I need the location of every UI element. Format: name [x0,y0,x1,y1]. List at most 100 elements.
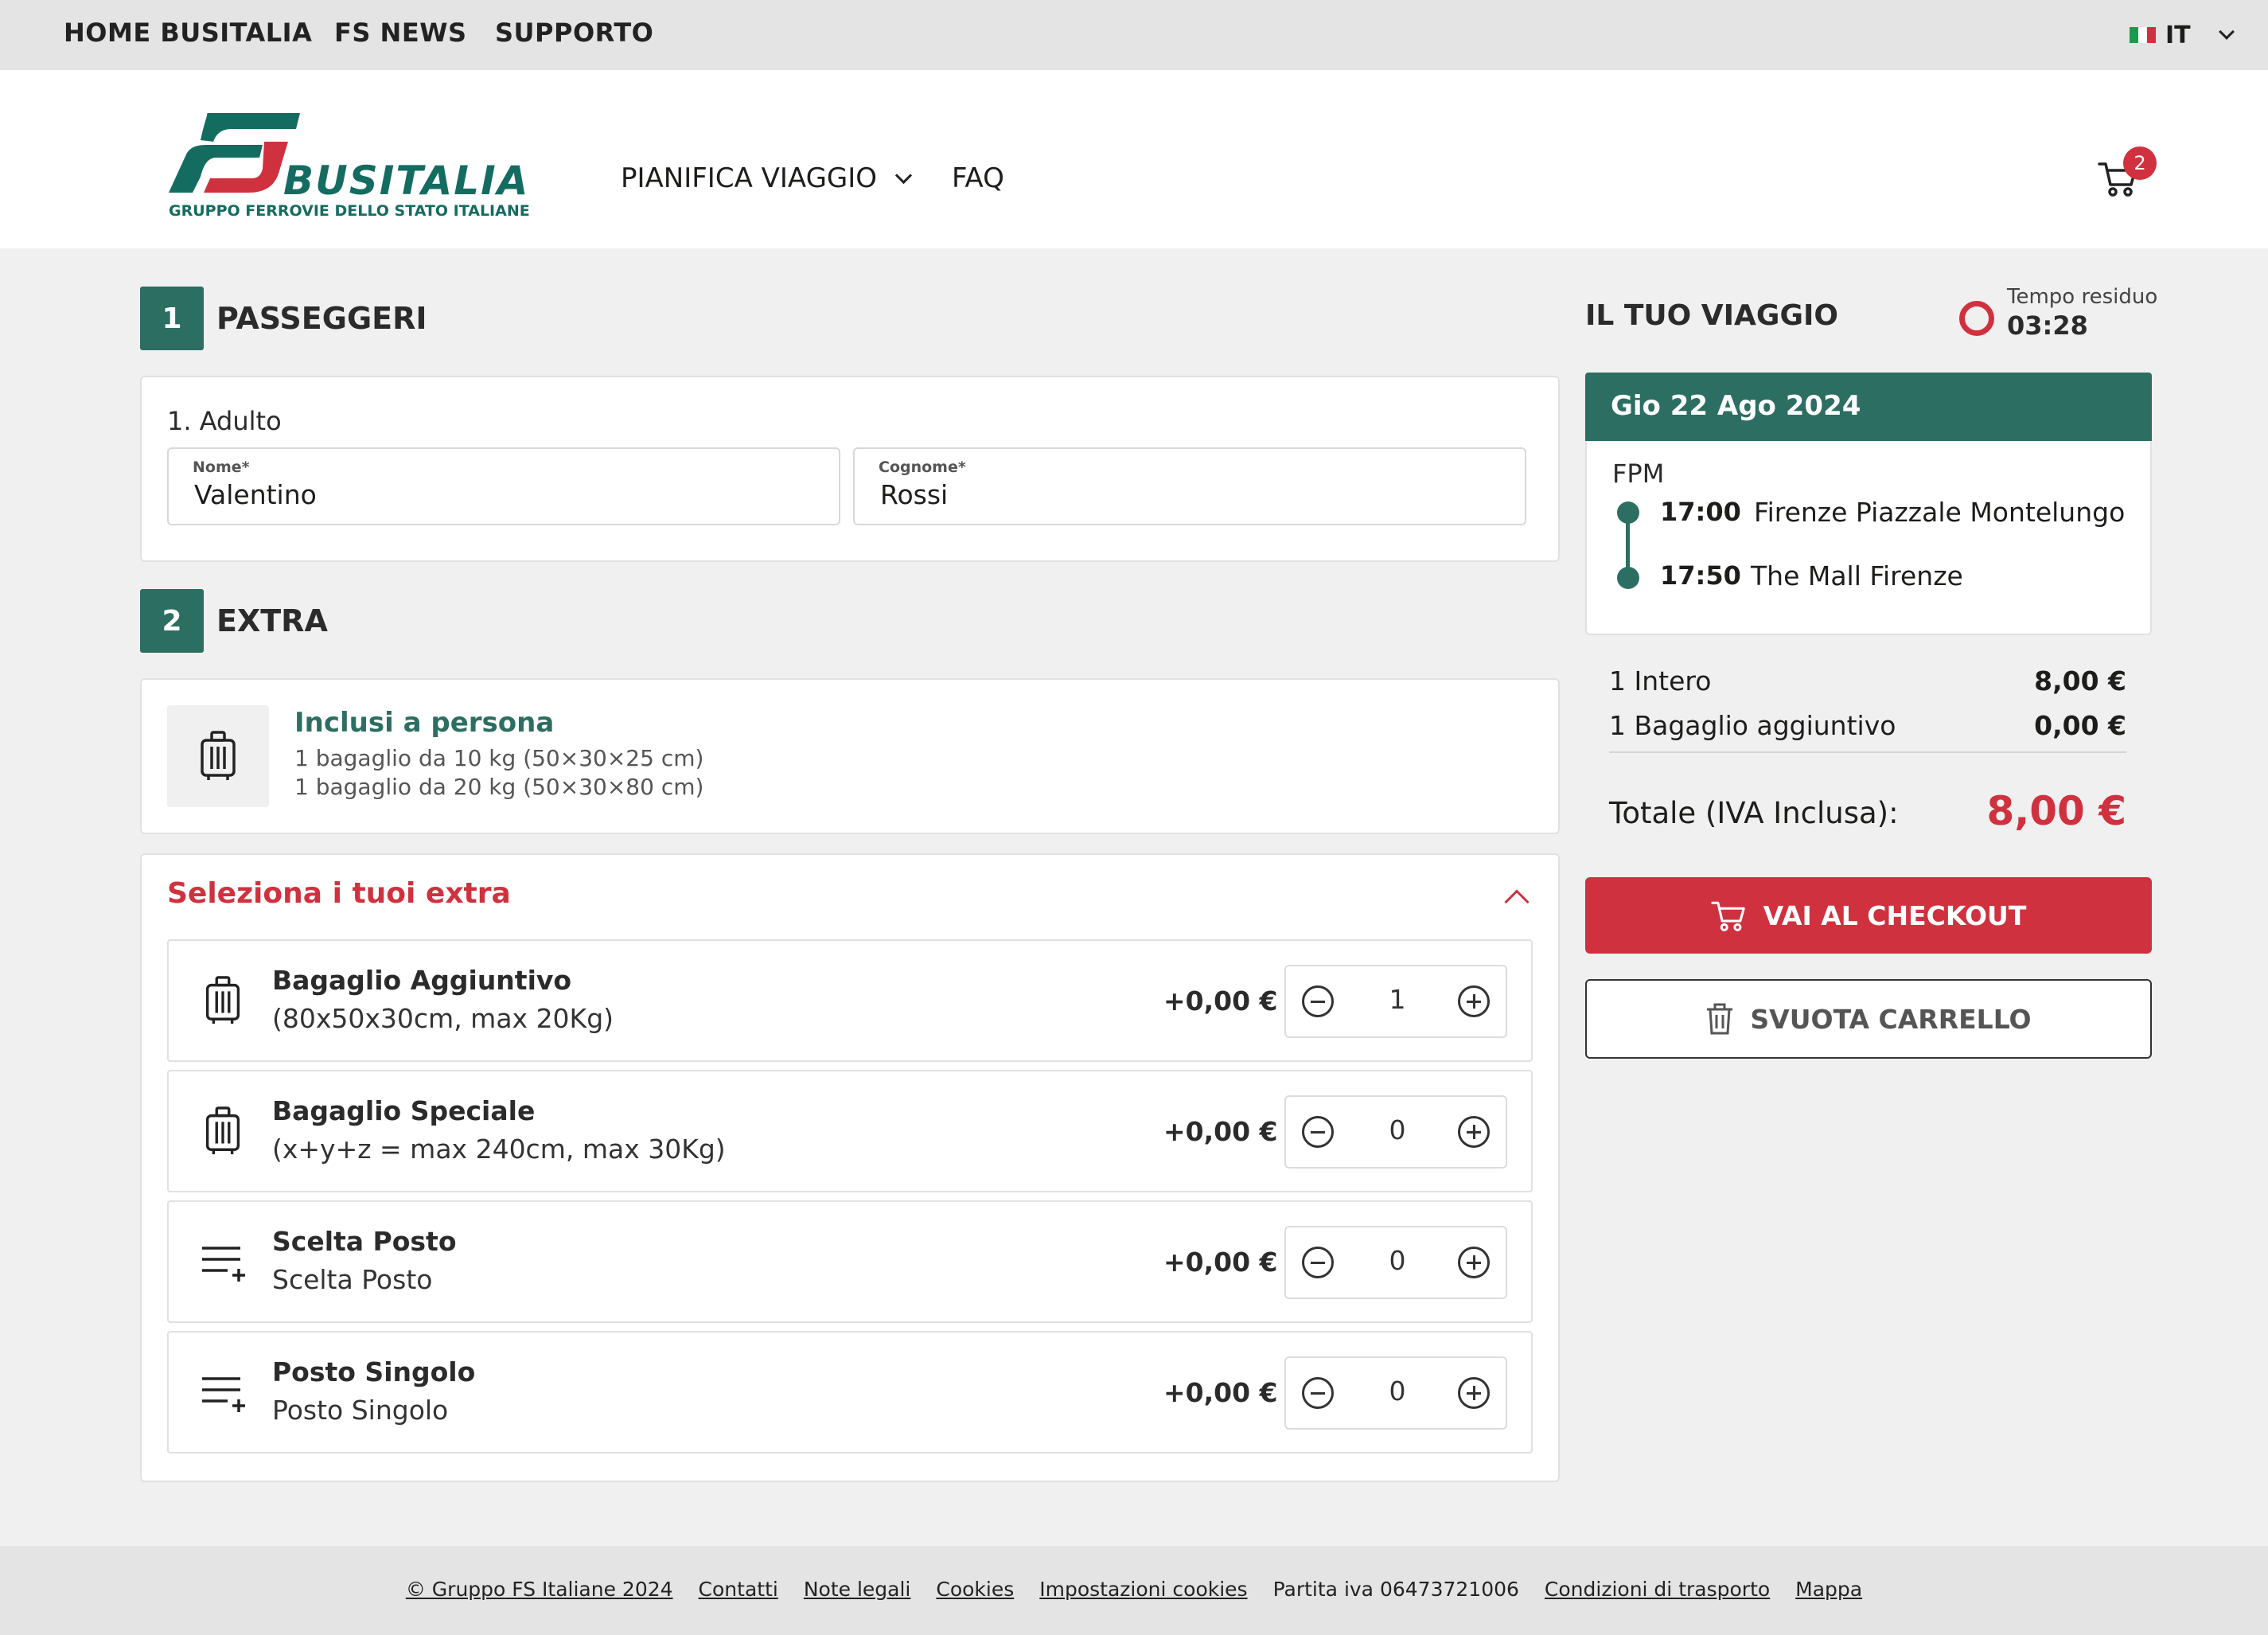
extra-item-bagaglio-aggiuntivo: Bagaglio Aggiuntivo (80x50x30cm, max 20K… [167,939,1533,1062]
arrival-time: 17:50 [1660,560,1741,591]
busitalia-logo[interactable]: BUSITALIA GRUPPO FERROVIE DELLO STATO IT… [169,105,535,224]
step-number-2: 2 [140,589,204,653]
checkout-button-label: VAI AL CHECKOUT [1763,899,2027,931]
quantity-value[interactable]: 0 [1374,1376,1421,1407]
extra-item-name: Bagaglio Speciale [272,1095,536,1126]
chevron-down-icon [2218,24,2235,40]
trip-details: FPM 17:00 Firenze Piazzale Montelungo 17… [1585,441,2152,635]
quantity-value[interactable]: 1 [1374,984,1421,1015]
extra-item-price: +0,00 € [1163,985,1278,1017]
passengers-title: PASSEGGERI [216,301,427,336]
main-header: BUSITALIA GRUPPO FERROVIE DELLO STATO IT… [0,70,2268,248]
minus-icon[interactable] [1302,1116,1334,1148]
minus-icon[interactable] [1302,985,1334,1017]
topnav-fs-news[interactable]: FS NEWS [334,18,467,48]
surname-field[interactable]: Cognome* Rossi [853,447,1526,525]
footer-vat-number: Partita iva 06473721006 [1272,1578,1519,1601]
total-label: Totale (IVA Inclusa): [1609,796,1899,830]
timer-label: Tempo residuo [2007,285,2158,309]
bus-company: FPM [1612,459,1665,489]
quantity-value[interactable]: 0 [1374,1114,1421,1145]
plus-icon[interactable] [1458,985,1490,1017]
departure-time: 17:00 [1660,497,1741,527]
quantity-stepper: 0 [1284,1226,1507,1299]
quantity-stepper: 0 [1284,1095,1507,1169]
extra-item-desc: (x+y+z = max 240cm, max 30Kg) [272,1134,726,1165]
checkout-button[interactable]: VAI AL CHECKOUT [1585,877,2152,954]
select-extras-title: Seleziona i tuoi extra [167,877,511,910]
plus-icon[interactable] [1458,1377,1490,1409]
footer: © Gruppo FS Italiane 2024 Contatti Note … [0,1546,2268,1635]
cart-count-badge: 2 [2123,146,2157,180]
extra-item-name: Posto Singolo [272,1356,476,1387]
timer-icon [1959,301,1994,336]
luggage-icon [205,1106,240,1155]
included-line-1: 1 bagaglio da 10 kg (50×30×25 cm) [294,745,704,771]
cart-icon [1710,901,1745,931]
nav-faq[interactable]: FAQ [952,162,1004,194]
quantity-stepper: 0 [1284,1356,1507,1430]
total-amount: 8,00 € [1986,788,2126,834]
chevron-down-icon [894,166,913,184]
nav-pianifica-label: PIANIFICA VIAGGIO [621,162,878,194]
arrival-stop-icon [1617,567,1639,589]
footer-note-legali-link[interactable]: Note legali [804,1578,911,1601]
extra-item-bagaglio-speciale: Bagaglio Speciale (x+y+z = max 240cm, ma… [167,1070,1533,1192]
trip-title: IL TUO VIAGGIO [1585,299,1839,332]
summary-line-label: 1 Intero [1609,665,1712,697]
passenger-card: 1. Adulto Nome* Valentino Cognome* Rossi [140,376,1560,562]
quantity-stepper: 1 [1284,965,1507,1038]
footer-map-link[interactable]: Mappa [1795,1578,1862,1601]
footer-copyright-link[interactable]: © Gruppo FS Italiane 2024 [406,1578,673,1601]
language-selector[interactable]: IT [2130,19,2235,51]
departure-stop: Firenze Piazzale Montelungo [1754,497,2126,528]
luggage-icon [205,976,240,1024]
topnav-supporto[interactable]: SUPPORTO [495,18,653,48]
nav-pianifica-viaggio[interactable]: PIANIFICA VIAGGIO [621,162,913,194]
list-add-icon [202,1247,245,1282]
extra-item-name: Bagaglio Aggiuntivo [272,965,572,996]
name-field[interactable]: Nome* Valentino [167,447,840,525]
summary-line-label: 1 Bagaglio aggiuntivo [1609,710,1896,741]
summary-line-amount: 0,00 € [2034,710,2126,741]
included-icon-box [167,705,269,807]
top-bar: HOME BUSITALIA FS NEWS SUPPORTO IT [0,0,2268,70]
minus-icon[interactable] [1302,1377,1334,1409]
extra-item-desc: Posto Singolo [272,1395,449,1426]
extra-item-desc: Scelta Posto [272,1264,433,1295]
surname-input[interactable]: Rossi [880,479,1483,510]
extra-item-desc: (80x50x30cm, max 20Kg) [272,1003,614,1034]
plus-icon[interactable] [1458,1116,1490,1148]
trash-icon [1707,1003,1733,1035]
minus-icon[interactable] [1302,1247,1334,1278]
extra-item-price: +0,00 € [1163,1377,1278,1408]
footer-cookie-settings-link[interactable]: Impostazioni cookies [1039,1578,1247,1601]
footer-cookies-link[interactable]: Cookies [936,1578,1014,1601]
plus-icon[interactable] [1458,1247,1490,1278]
extra-item-price: +0,00 € [1163,1247,1278,1278]
topnav-home-busitalia[interactable]: HOME BUSITALIA [64,18,312,48]
timer-value: 03:28 [2007,310,2088,341]
empty-cart-button[interactable]: SVUOTA CARRELLO [1585,979,2152,1059]
list-add-icon [202,1377,245,1412]
italy-flag-icon [2130,27,2156,43]
quantity-value[interactable]: 0 [1374,1245,1421,1276]
extra-item-name: Scelta Posto [272,1226,457,1257]
arrival-stop: The Mall Firenze [1751,560,1963,591]
footer-transport-terms-link[interactable]: Condizioni di trasporto [1545,1578,1770,1601]
extra-item-scelta-posto: Scelta Posto Scelta Posto +0,00 € 0 [167,1200,1533,1323]
passenger-label: 1. Adulto [167,406,282,436]
logo-tagline: GRUPPO FERROVIE DELLO STATO ITALIANE [169,202,530,220]
name-field-label: Nome* [193,459,250,476]
footer-contatti-link[interactable]: Contatti [699,1578,778,1601]
logo-wordmark: BUSITALIA [283,158,530,204]
name-input[interactable]: Valentino [194,479,797,510]
extra-title: EXTRA [216,603,328,638]
luggage-icon [201,731,236,780]
included-title: Inclusi a persona [294,707,555,739]
trip-date-header: Gio 22 Ago 2024 [1585,373,2152,443]
language-code: IT [2165,21,2191,49]
included-line-2: 1 bagaglio da 20 kg (50×30×80 cm) [294,774,704,800]
step-number-1: 1 [140,287,204,350]
extra-item-posto-singolo: Posto Singolo Posto Singolo +0,00 € 0 [167,1331,1533,1454]
